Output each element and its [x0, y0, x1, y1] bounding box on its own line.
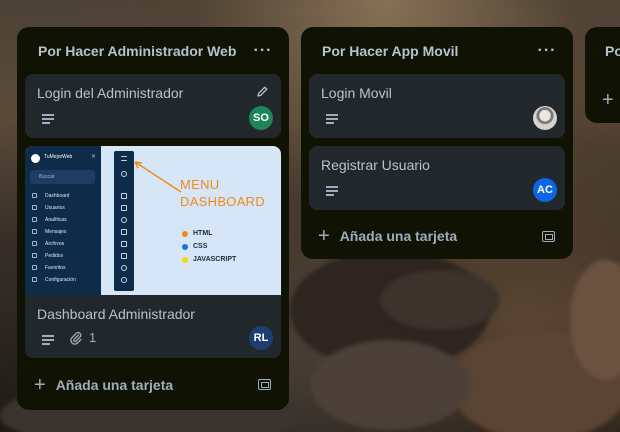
description-icon — [326, 186, 338, 198]
list-app-movil: Por Hacer App Movil ··· Login Movil Regi… — [301, 27, 573, 259]
cover-mini-icon — [121, 217, 127, 223]
card-registrar-usuario[interactable]: Registrar Usuario AC — [309, 146, 565, 210]
add-card-button[interactable]: + Añada una tarjeta — [318, 226, 457, 246]
list-title[interactable]: Por Hacer Administrador Web — [38, 43, 236, 59]
legend-javascript: JAVASCRIPT — [193, 256, 237, 263]
avatar[interactable]: RL — [249, 326, 273, 350]
cover-menu-item: Usuarios — [45, 205, 65, 211]
plus-icon: + — [318, 225, 330, 247]
plus-icon: + — [34, 374, 46, 396]
list-title[interactable]: Po — [605, 43, 620, 59]
add-card-label: Añada una tarjeta — [339, 228, 458, 244]
list-header: Por Hacer App Movil ··· — [301, 27, 573, 75]
annotation-menu: MENU — [180, 177, 220, 192]
description-icon — [326, 114, 338, 126]
annotation-dashboard: DASHBOARD — [180, 194, 266, 209]
background-rock — [310, 340, 470, 430]
cover-menu-icon — [32, 229, 37, 234]
avatar-photo[interactable] — [533, 106, 557, 130]
pencil-icon[interactable] — [256, 85, 269, 98]
cover-mini-icon — [121, 241, 127, 247]
attachment-count: 1 — [89, 330, 97, 345]
card-title: Login Movil — [321, 85, 392, 101]
cover-menu-icon — [32, 277, 37, 282]
cover-mini-icon — [121, 229, 127, 235]
cover-menu-icon — [32, 193, 37, 198]
card-login-movil[interactable]: Login Movil — [309, 74, 565, 138]
avatar[interactable]: SO — [249, 106, 273, 130]
cover-menu-item: Analíticas — [45, 217, 67, 223]
cover-menu-item: Favoritos — [45, 265, 66, 271]
paperclip-icon — [70, 331, 82, 345]
card-dashboard-admin[interactable]: TuMejorWeb ✕ Buscar Dashboard Usuarios A… — [25, 146, 281, 358]
legend-dot-javascript — [182, 257, 188, 263]
cover-logo — [31, 154, 40, 163]
add-card-button[interactable]: + Añada una tarjeta — [34, 375, 173, 395]
description-icon — [42, 335, 54, 347]
cover-mini-icon — [121, 277, 127, 283]
list-title[interactable]: Por Hacer App Movil — [322, 43, 458, 59]
background-rock — [380, 270, 500, 330]
card-title: Login del Administrador — [37, 85, 184, 101]
more-horizontal-icon[interactable]: ··· — [249, 37, 277, 65]
annotation-arrow — [134, 161, 182, 193]
cover-menu-icon — [32, 241, 37, 246]
card-title: Dashboard Administrador — [37, 306, 195, 322]
cover-menu-item: Configuración — [45, 277, 76, 283]
card-login-admin[interactable]: Login del Administrador SO — [25, 74, 281, 138]
cover-mini-icon — [121, 265, 127, 271]
cover-mini-icon — [121, 253, 127, 259]
legend-html: HTML — [193, 230, 213, 237]
cover-close-icon: ✕ — [91, 154, 97, 160]
card-cover-image: TuMejorWeb ✕ Buscar Dashboard Usuarios A… — [25, 146, 281, 295]
cover-search-placeholder: Buscar — [39, 174, 55, 180]
avatar[interactable]: AC — [533, 178, 557, 202]
cover-brand: TuMejorWeb — [44, 154, 73, 160]
cover-menu-item: Mensajes — [45, 229, 67, 235]
legend-dot-html — [182, 231, 188, 237]
add-card-label: Añada una tarjeta — [55, 377, 174, 393]
legend-css: CSS — [193, 243, 208, 250]
legend-dot-css — [182, 244, 188, 250]
cover-menu-icon — [32, 265, 37, 270]
card-title: Registrar Usuario — [321, 157, 430, 173]
list-header: Por Hacer Administrador Web ··· — [17, 27, 289, 75]
cover-mini-icon — [121, 205, 127, 211]
cover-menu-icon — [32, 253, 37, 258]
cover-menu-icon — [32, 217, 37, 222]
plus-icon[interactable]: + — [602, 90, 614, 110]
description-icon — [42, 114, 54, 126]
cover-menu-item: Dashboard — [45, 193, 70, 199]
list-admin-web: Por Hacer Administrador Web ··· Login de… — [17, 27, 289, 410]
cover-menu-item: Pedidos — [45, 253, 64, 259]
list-partial: Po + — [585, 27, 620, 123]
card-template-icon[interactable] — [258, 379, 271, 390]
cover-menu-icon — [32, 205, 37, 210]
card-template-icon[interactable] — [542, 231, 555, 242]
more-horizontal-icon[interactable]: ··· — [533, 37, 561, 65]
cover-menu-item: Archivos — [45, 241, 65, 247]
